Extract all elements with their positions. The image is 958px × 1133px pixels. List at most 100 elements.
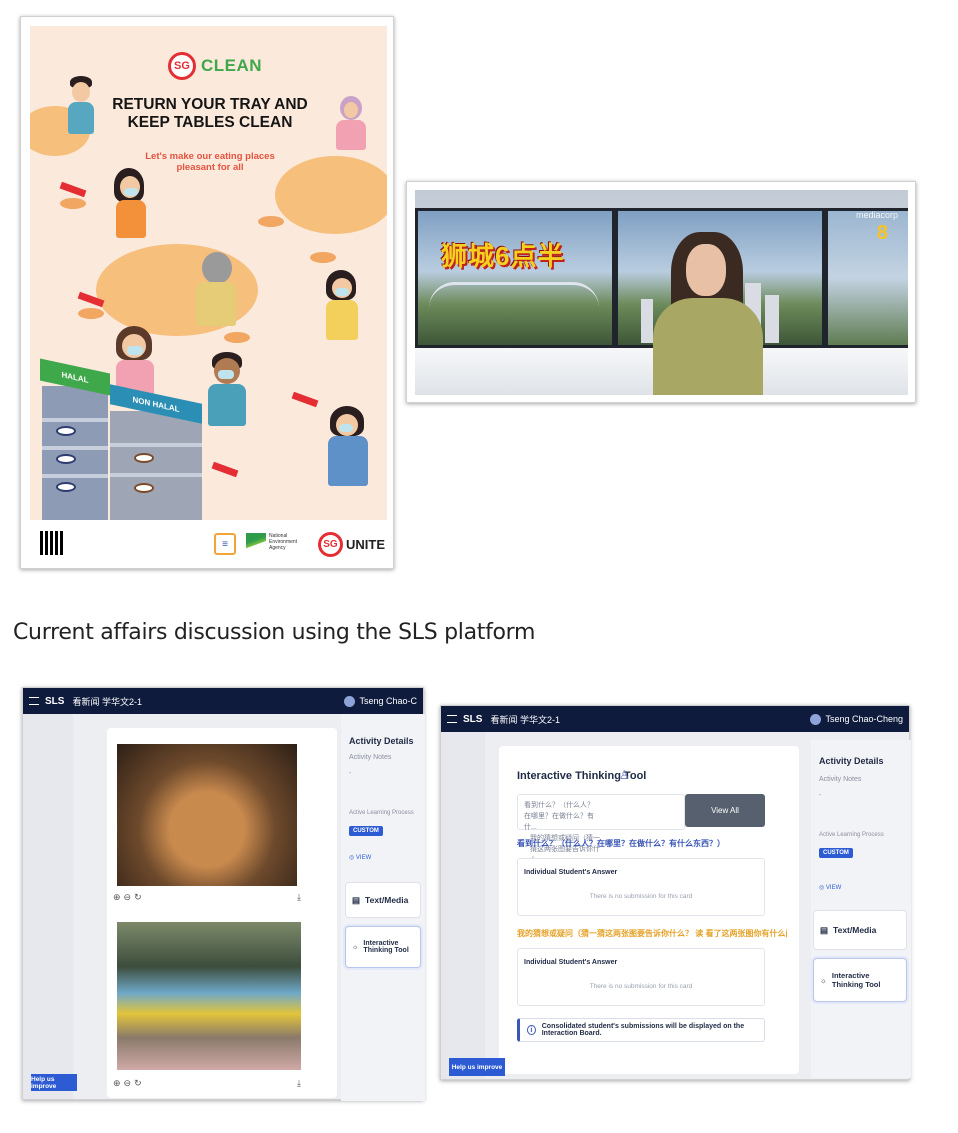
view-label: VIEW xyxy=(355,855,372,861)
sg-unite-logo: SG UNITE xyxy=(318,532,385,557)
sg-clean-poster: SG CLEAN RETURN YOUR TRAY AND KEEP TABLE… xyxy=(20,16,394,569)
sidebar-item-thinking-tool[interactable]: ☼ Interactive Thinking Tool xyxy=(813,958,907,1002)
sls-left-rail xyxy=(441,732,485,1079)
answer-box-1: Individual Student's Answer There is no … xyxy=(517,858,765,916)
sg-logo-circle: SG xyxy=(168,52,196,80)
poster-illustration: SG CLEAN RETURN YOUR TRAY AND KEEP TABLE… xyxy=(30,26,387,520)
stripe-shape xyxy=(291,391,319,408)
sidebar-item-text-media[interactable]: ▤ Text/Media xyxy=(345,882,421,918)
info-icon: i xyxy=(527,1025,536,1035)
text-media-label: Text/Media xyxy=(833,925,877,935)
menu-icon[interactable] xyxy=(447,715,457,723)
qr-code-icon xyxy=(40,531,64,555)
sg-unite-text: UNITE xyxy=(346,537,385,552)
learning-process-label: Active Learning Process xyxy=(349,810,414,816)
prompt-left: 看到什么？（什么人？在哪里？在做什么？有什... xyxy=(524,802,594,831)
thinking-tool-label: Interactive Thinking Tool xyxy=(363,940,409,954)
text-media-icon: ▤ xyxy=(820,924,829,935)
sg-unite-circle: SG xyxy=(318,532,343,557)
thinking-tool-label: Interactive Thinking Tool xyxy=(831,971,881,989)
sls-brand[interactable]: SLS xyxy=(463,714,482,725)
user-name: Tseng Chao-C xyxy=(359,696,417,706)
answer-heading-2: Individual Student's Answer xyxy=(524,959,618,966)
activity-notes-label: Activity Notes xyxy=(349,754,392,761)
interaction-board-notice: i Consolidated student's submissions wil… xyxy=(517,1018,765,1042)
sidebar-item-thinking-tool[interactable]: ☼ Interactive Thinking Tool xyxy=(345,926,421,968)
section-caption: Current affairs discussion using the SLS… xyxy=(13,620,536,645)
view-link[interactable]: ◎ VIEW xyxy=(819,884,841,891)
activity-details-heading: Activity Details xyxy=(349,736,414,746)
stool-shape xyxy=(224,332,250,343)
sg-clean-logo: SG CLEAN xyxy=(168,52,262,80)
hawker-centre-photo[interactable] xyxy=(117,922,301,1070)
custom-badge: CUSTOM xyxy=(349,826,383,836)
table-shape xyxy=(275,156,387,234)
activity-sidebar: Activity Details Activity Notes - Active… xyxy=(341,714,425,1101)
channel-number: 8 xyxy=(876,222,888,244)
answer-box-2: Individual Student's Answer There is no … xyxy=(517,948,765,1006)
text-media-icon: ▤ xyxy=(352,894,361,905)
people-icon: ♙ xyxy=(619,768,630,782)
sls-screenshot-2: SLS 看新闻 学华文2-1 Tseng Chao-Cheng Interact… xyxy=(440,705,911,1080)
lightbulb-icon: ☼ xyxy=(820,975,827,985)
stool-shape xyxy=(60,198,86,209)
studio-screen-left xyxy=(415,208,615,348)
download-icon[interactable]: ⤓ xyxy=(297,892,301,903)
user-menu[interactable]: Tseng Chao-Cheng xyxy=(810,713,903,725)
user-menu[interactable]: Tseng Chao-C xyxy=(344,695,417,707)
news-studio-scene: 狮城6点半 mediacorp 8 xyxy=(415,190,908,395)
sls-screenshot-1: SLS 看新闻 学华文2-1 Tseng Chao-C ⊕⊖↻ ⤓ ⊕⊖↻ ⤓ … xyxy=(22,687,425,1101)
activity-notes-value: - xyxy=(349,770,352,777)
help-improve-button[interactable]: Help us improve xyxy=(31,1074,77,1091)
notice-text: Consolidated student's submissions will … xyxy=(541,1023,745,1037)
anchor-face xyxy=(686,244,726,296)
no-submission-1: There is no submission for this card xyxy=(589,893,693,900)
stool-shape xyxy=(310,252,336,263)
activity-notes-label: Activity Notes xyxy=(819,776,862,783)
download-icon[interactable]: ⤓ xyxy=(297,1078,301,1089)
help-improve-button[interactable]: Help us improve xyxy=(449,1058,505,1076)
news-broadcast-screenshot: 狮城6点半 mediacorp 8 xyxy=(406,181,916,403)
nea-logo: National Environment Agency xyxy=(246,533,307,551)
prompt-preview-box[interactable]: 看到什么？（什么人？在哪里？在做什么？有什... 我的猜想或疑问（猜一猜这两张图… xyxy=(517,794,685,864)
breadcrumb[interactable]: 看新闻 学华文2-1 xyxy=(72,695,142,708)
question-2: 我的猜想或疑问（猜一猜这两张图要告诉你什么？ 读 看了这两张图你有什么问题想问？… xyxy=(517,929,787,938)
text-media-label: Text/Media xyxy=(365,895,409,905)
stool-shape xyxy=(258,216,284,227)
poster-title: RETURN YOUR TRAY AND KEEP TABLES CLEAN xyxy=(112,96,308,131)
nea-text: National Environment Agency xyxy=(269,533,298,551)
activity-notes-value: - xyxy=(819,792,822,799)
custom-badge: CUSTOM xyxy=(819,848,853,858)
user-avatar-icon xyxy=(344,695,356,707)
show-title-logo: 狮城6点半 xyxy=(441,241,565,271)
breadcrumb[interactable]: 看新闻 学华文2-1 xyxy=(490,713,560,726)
halal-rack xyxy=(42,386,108,520)
building-shape xyxy=(765,295,779,343)
sidebar-item-text-media[interactable]: ▤ Text/Media xyxy=(813,910,907,950)
hawker-table-photo[interactable] xyxy=(117,744,297,886)
anchor-body xyxy=(653,298,763,395)
view-link[interactable]: ◎ VIEW xyxy=(349,854,371,861)
menu-icon[interactable] xyxy=(29,697,39,705)
poster-footer: ≡ National Environment Agency SG UNITE xyxy=(30,527,387,563)
sls-topbar: SLS 看新闻 学华文2-1 Tseng Chao-C xyxy=(23,688,423,714)
view-label: VIEW xyxy=(825,885,842,891)
sls-brand[interactable]: SLS xyxy=(45,696,64,707)
bridge-shape xyxy=(429,282,599,308)
stool-shape xyxy=(78,308,104,319)
sg-logo-text: CLEAN xyxy=(201,56,263,75)
image-tools[interactable]: ⊕⊖↻ xyxy=(113,1078,145,1089)
agency-logo-icon: ≡ xyxy=(214,533,236,555)
poster-subtitle: Let's make our eating places pleasant fo… xyxy=(145,151,275,173)
activity-sidebar: Activity Details Activity Notes - Active… xyxy=(811,740,911,1078)
no-submission-2: There is no submission for this card xyxy=(589,983,693,990)
user-name: Tseng Chao-Cheng xyxy=(825,714,903,724)
learning-process-label: Active Learning Process xyxy=(819,832,884,838)
thinking-tool-card: Interactive Thinking Tool ♙ 看到什么？（什么人？在哪… xyxy=(499,746,799,1074)
nea-mark-icon xyxy=(246,533,266,551)
non-halal-rack xyxy=(110,411,202,520)
lightbulb-icon: ☼ xyxy=(352,943,359,951)
view-all-button[interactable]: View All xyxy=(685,794,765,827)
image-tools[interactable]: ⊕⊖↻ xyxy=(113,892,145,903)
channel-brand: mediacorp xyxy=(855,210,898,220)
